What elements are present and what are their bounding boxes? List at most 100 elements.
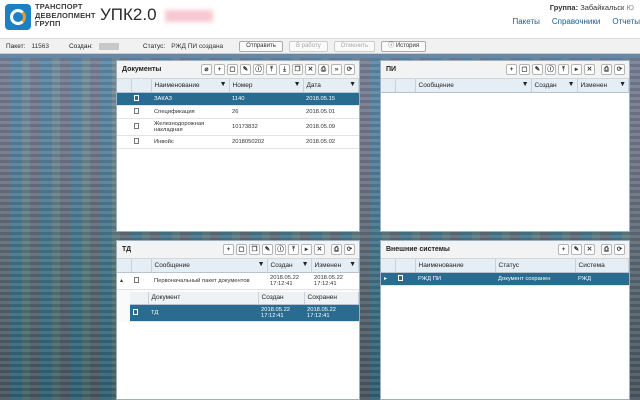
col-system[interactable]: Система xyxy=(575,259,629,273)
document-icon xyxy=(133,309,138,315)
cancel-button[interactable]: Отменить xyxy=(333,40,376,52)
col-created[interactable]: Создан xyxy=(258,291,305,305)
refresh-icon[interactable]: ⟳ xyxy=(344,64,355,75)
edit-icon[interactable]: ✎ xyxy=(240,64,251,75)
table-row[interactable]: ▸ РЖД ПИ Документ сохранен РЖД xyxy=(381,272,629,286)
filter-icon[interactable]: ▼ xyxy=(619,81,626,88)
info-icon[interactable]: ⓘ xyxy=(275,244,286,255)
packet-status-bar: Пакет: 11563 Создан: Статус: РЖД ПИ создан… xyxy=(0,38,640,54)
col-changed[interactable]: Изменен ▼ xyxy=(577,79,629,93)
col-changed[interactable]: Изменен ▼ xyxy=(311,259,359,273)
filter-icon[interactable]: ▼ xyxy=(258,261,265,268)
documents-title: Документы ⌀ + ▢ ✎ ⓘ ⤒ ⤓ ❐ ✕ ⎙ » ⟳ xyxy=(117,61,359,79)
forward-icon[interactable]: » xyxy=(331,64,342,75)
print-icon[interactable]: ⎙ xyxy=(601,244,612,255)
download-icon[interactable]: ⤓ xyxy=(279,64,290,75)
group-info: Группа: Забайкальск Ю xyxy=(549,3,634,12)
copy-icon[interactable]: ❐ xyxy=(292,64,303,75)
document-icon xyxy=(134,276,139,283)
page-icon[interactable]: ▢ xyxy=(519,64,530,75)
company-logo xyxy=(5,4,31,30)
col-message[interactable]: Сообщение ▼ xyxy=(415,79,532,93)
delete-icon[interactable]: ✕ xyxy=(584,64,595,75)
nav-directories[interactable]: Справочники xyxy=(552,17,600,26)
td-subtable: Документ Создан Сохранен ТД 2018.05.22 17:1… xyxy=(117,289,359,322)
next-icon[interactable]: ▸ xyxy=(571,64,582,75)
col-status[interactable]: Статус xyxy=(495,259,576,273)
pi-table: Сообщение ▼ Создан ▼ Изменен ▼ xyxy=(381,79,629,93)
table-row[interactable]: Железнодорожная накладная 10173832 2018.05… xyxy=(117,118,359,136)
upload-icon[interactable]: ⤒ xyxy=(558,64,569,75)
filter-icon[interactable]: ▼ xyxy=(302,261,309,268)
pi-title: ПИ + ▢ ✎ ⓘ ⤒ ▸ ✕ ⎙ ⟳ xyxy=(381,61,629,79)
redacted-text xyxy=(165,10,213,22)
packet-status: РЖД ПИ создана xyxy=(171,42,224,50)
filter-icon[interactable]: ▼ xyxy=(522,81,529,88)
upload-icon[interactable]: ⤒ xyxy=(266,64,277,75)
delete-icon[interactable]: ✕ xyxy=(305,64,316,75)
col-name[interactable]: Наименование xyxy=(415,259,496,273)
to-work-button[interactable]: В работу xyxy=(288,40,328,52)
td-table: Сообщение ▼ Создан ▼ Изменен ▼ ▴ Первоначал… xyxy=(117,259,359,290)
table-row[interactable]: ТД 2018.05.22 17:12:41 2018.05.22 17:12:41 xyxy=(130,304,359,322)
add-icon[interactable]: + xyxy=(214,64,225,75)
table-row[interactable]: Спецификация 26 2018.05.01 xyxy=(117,105,359,119)
col-message[interactable]: Сообщение ▼ xyxy=(151,259,268,273)
print-icon[interactable]: ⎙ xyxy=(331,244,342,255)
documents-table: Наименование ▼ Номер ▼ Дата ▼ ЗАКАЗ 1140 2018… xyxy=(117,79,359,149)
filter-icon[interactable]: ▼ xyxy=(349,261,356,268)
print-icon[interactable]: ⎙ xyxy=(318,64,329,75)
upload-icon[interactable]: ⤒ xyxy=(288,244,299,255)
nav-reports[interactable]: Отчеты xyxy=(612,17,640,26)
external-table: Наименование Статус Система ▸ РЖД ПИ Докуме… xyxy=(381,259,629,286)
delete-icon[interactable]: ✕ xyxy=(314,244,325,255)
refresh-icon[interactable]: ⟳ xyxy=(614,244,625,255)
redacted-creator xyxy=(98,42,119,50)
nav-packets[interactable]: Пакеты xyxy=(512,17,539,26)
document-icon xyxy=(134,107,139,114)
page-icon[interactable]: ▢ xyxy=(236,244,247,255)
delete-icon[interactable]: ✕ xyxy=(584,244,595,255)
info-icon[interactable]: ⓘ xyxy=(545,64,556,75)
filter-icon[interactable]: ▼ xyxy=(294,81,301,88)
main-nav: Пакеты Справочники Отчеты xyxy=(512,17,640,26)
col-name[interactable]: Наименование ▼ xyxy=(151,79,230,93)
col-document[interactable]: Документ xyxy=(148,291,259,305)
history-button[interactable]: ⓘ История xyxy=(381,40,427,52)
next-icon[interactable]: ▸ xyxy=(301,244,312,255)
page-icon[interactable]: ▢ xyxy=(227,64,238,75)
filter-icon[interactable]: ▼ xyxy=(220,81,227,88)
document-icon xyxy=(134,94,139,101)
attach-icon[interactable]: ⌀ xyxy=(201,64,212,75)
packet-number: 11563 xyxy=(31,42,49,50)
filter-icon[interactable]: ▼ xyxy=(349,81,356,88)
add-icon[interactable]: + xyxy=(223,244,234,255)
document-icon xyxy=(134,122,139,129)
refresh-icon[interactable]: ⟳ xyxy=(344,244,355,255)
send-button[interactable]: Отправить xyxy=(239,40,283,52)
collapse-icon[interactable]: ▴ xyxy=(117,272,131,290)
col-created[interactable]: Создан ▼ xyxy=(267,259,312,273)
copy-icon[interactable]: ❐ xyxy=(249,244,260,255)
col-saved[interactable]: Сохранен xyxy=(304,291,359,305)
info-icon[interactable]: ⓘ xyxy=(253,64,264,75)
col-date[interactable]: Дата ▼ xyxy=(303,79,359,93)
table-row[interactable]: Инвойс 2018050202 2018.05.02 xyxy=(117,135,359,149)
table-row[interactable]: ▴ Первоначальный пакет документов 2018.05… xyxy=(117,272,359,290)
filter-icon[interactable]: ▼ xyxy=(568,81,575,88)
refresh-icon[interactable]: ⟳ xyxy=(614,64,625,75)
add-icon[interactable]: + xyxy=(506,64,517,75)
external-title: Внешние системы + ✎ ✕ ⎙ ⟳ xyxy=(381,241,629,259)
add-icon[interactable]: + xyxy=(558,244,569,255)
edit-icon[interactable]: ✎ xyxy=(571,244,582,255)
table-row[interactable]: ЗАКАЗ 1140 2018.05.15 xyxy=(117,92,359,106)
edit-icon[interactable]: ✎ xyxy=(532,64,543,75)
col-number[interactable]: Номер ▼ xyxy=(229,79,304,93)
pi-panel: ПИ + ▢ ✎ ⓘ ⤒ ▸ ✕ ⎙ ⟳ Сообщение ▼ Создан ▼ … xyxy=(380,60,630,232)
td-panel: ТД + ▢ ❐ ✎ ⓘ ⤒ ▸ ✕ ⎙ ⟳ Сообщение ▼ Создан… xyxy=(116,240,360,400)
print-icon[interactable]: ⎙ xyxy=(601,64,612,75)
edit-icon[interactable]: ✎ xyxy=(262,244,273,255)
company-name: ТРАНСПОРТ ДЕВЕЛОПМЕНТ ГРУПП xyxy=(35,2,96,28)
col-created[interactable]: Создан ▼ xyxy=(531,79,578,93)
td-title: ТД + ▢ ❐ ✎ ⓘ ⤒ ▸ ✕ ⎙ ⟳ xyxy=(117,241,359,259)
